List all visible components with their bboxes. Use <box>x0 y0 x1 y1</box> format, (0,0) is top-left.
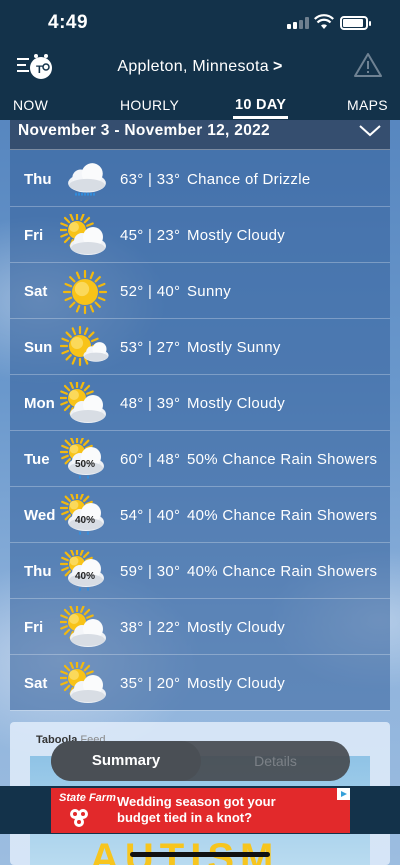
drizzle-icon <box>60 158 110 202</box>
ad-text: Wedding season got your budget tied in a… <box>117 794 276 825</box>
forecast-condition: 50% Chance Rain Showers <box>187 451 378 468</box>
tab-now[interactable]: NOW <box>13 97 48 113</box>
forecast-temps: 60° | 48° <box>120 451 181 468</box>
mostly-cloudy-icon <box>58 659 110 706</box>
forecast-condition: Mostly Cloudy <box>187 227 286 244</box>
forecast-day: Sat <box>24 283 48 300</box>
cell-signal-icon <box>287 17 309 29</box>
battery-icon <box>340 16 371 30</box>
chevron-down-icon[interactable] <box>358 124 382 138</box>
home-indicator <box>130 852 270 857</box>
forecast-temps: 45° | 23° <box>120 227 181 244</box>
forecast-temps: 38° | 22° <box>120 619 181 636</box>
forecast-day: Thu <box>24 563 52 580</box>
forecast-row[interactable]: Fri 45° | 23° Mostly Cloudy <box>10 207 390 263</box>
forecast-row[interactable]: Mon 48° | 39° Mostly Cloudy <box>10 375 390 431</box>
forecast-condition: Mostly Cloudy <box>187 619 286 636</box>
mostly-cloudy-icon <box>58 603 110 650</box>
forecast-row[interactable]: Tue 50% 60° | 48° 50% Chance Rain Shower… <box>10 431 390 487</box>
warning-triangle-icon[interactable] <box>353 52 383 78</box>
forecast-row[interactable]: Thu 63° | 33° Chance of Drizzle <box>10 151 390 207</box>
wifi-icon <box>314 14 334 29</box>
forecast-temps: 59° | 30° <box>120 563 181 580</box>
state-farm-logo-icon <box>70 809 88 827</box>
rain-showers-icon: 40% <box>59 546 110 594</box>
forecast-condition: 40% Chance Rain Showers <box>187 563 378 580</box>
forecast-temps: 52° | 40° <box>120 283 181 300</box>
forecast-temps: 54° | 40° <box>120 507 181 524</box>
forecast-day: Mon <box>24 395 55 412</box>
forecast-temps: 35° | 20° <box>120 675 181 692</box>
forecast-day: Wed <box>24 507 56 524</box>
svg-text:40%: 40% <box>75 571 95 582</box>
chevron-right-icon: > <box>272 58 283 75</box>
status-time: 4:49 <box>48 12 89 33</box>
forecast-condition: 40% Chance Rain Showers <box>187 507 378 524</box>
forecast-temps: 48° | 39° <box>120 395 181 412</box>
forecast-day: Thu <box>24 171 52 188</box>
forecast-condition: Mostly Sunny <box>187 339 281 356</box>
ad-banner[interactable]: State Farm Wedding season got your budge… <box>51 788 350 833</box>
forecast-day: Fri <box>24 619 44 636</box>
tab-10-day[interactable]: 10 DAY <box>232 97 289 119</box>
tab-hourly[interactable]: HOURLY <box>120 97 179 113</box>
summary-details-toggle: Summary Details <box>51 741 350 781</box>
mostly-cloudy-icon <box>58 211 110 258</box>
forecast-row[interactable]: Sat 35° | 20° Mostly Cloudy <box>10 655 390 711</box>
forecast-row[interactable]: Sat 52° | 40° Sunny <box>10 263 390 319</box>
top-bar: 4:49 T Appleton, Minnesota > NOW HOURLY 1… <box>0 0 400 120</box>
rain-showers-icon: 50% <box>59 434 110 482</box>
ad-brand: State Farm <box>59 792 116 804</box>
forecast-day: Fri <box>24 227 44 244</box>
forecast-condition: Chance of Drizzle <box>187 171 311 188</box>
details-button[interactable]: Details <box>201 741 350 781</box>
forecast-condition: Sunny <box>187 283 232 300</box>
forecast-row[interactable]: Fri 38° | 22° Mostly Cloudy <box>10 599 390 655</box>
forecast-row[interactable]: Sun 53° | 27° Mostly Sunny <box>10 319 390 375</box>
location-selector[interactable]: Appleton, Minnesota > <box>0 58 400 76</box>
summary-button[interactable]: Summary <box>51 741 201 781</box>
forecast-day: Sat <box>24 675 48 692</box>
ad-choices-icon[interactable] <box>337 788 350 800</box>
forecast-temps: 63° | 33° <box>120 171 181 188</box>
svg-text:40%: 40% <box>75 515 95 526</box>
forecast-day: Sun <box>24 339 53 356</box>
forecast-panel: November 3 - November 12, 2022 Thu 63° |… <box>10 120 390 711</box>
mostly-sunny-icon <box>59 325 110 370</box>
date-range-header[interactable]: November 3 - November 12, 2022 <box>10 120 390 150</box>
feed-image-text: AUTISM <box>90 836 280 865</box>
forecast-temps: 53° | 27° <box>120 339 181 356</box>
location-name: Appleton, Minnesota <box>117 58 269 75</box>
forecast-condition: Mostly Cloudy <box>187 395 286 412</box>
tab-bar: NOW HOURLY 10 DAY MAPS <box>0 94 400 120</box>
mostly-cloudy-icon <box>58 379 110 426</box>
forecast-row[interactable]: Thu 40% 59° | 30° 40% Chance Rain Shower… <box>10 543 390 599</box>
svg-text:50%: 50% <box>75 459 95 470</box>
date-range-title: November 3 - November 12, 2022 <box>18 122 270 139</box>
forecast-day: Tue <box>24 451 50 468</box>
rain-showers-icon: 40% <box>59 490 110 538</box>
forecast-condition: Mostly Cloudy <box>187 675 286 692</box>
tab-maps[interactable]: MAPS <box>347 97 388 113</box>
sunny-icon <box>60 269 110 315</box>
forecast-row[interactable]: Wed 40% 54° | 40° 40% Chance Rain Shower… <box>10 487 390 543</box>
